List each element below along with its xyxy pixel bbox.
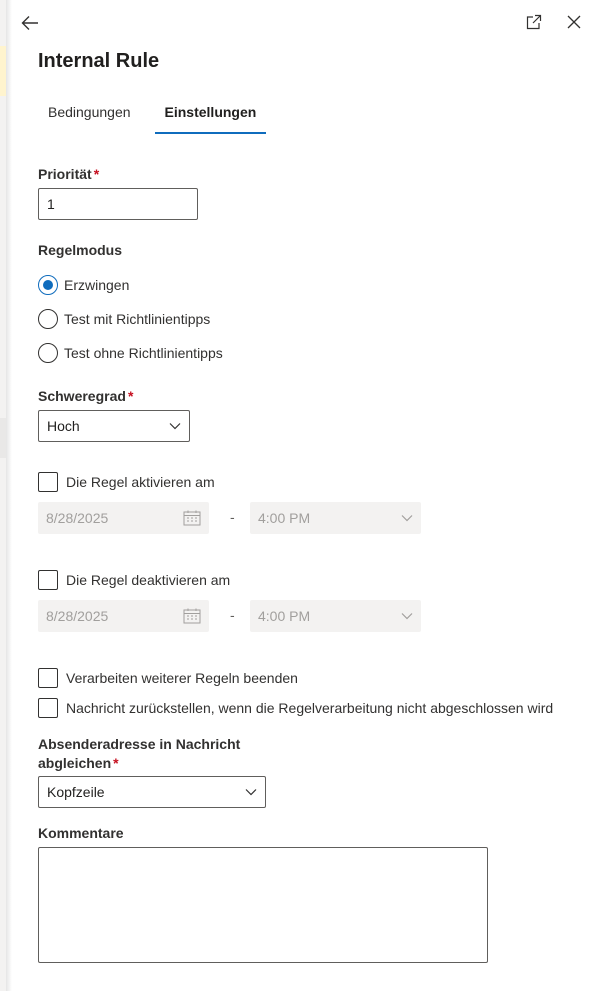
activate-date-value: 8/28/2025 [46, 510, 109, 526]
comments-label: Kommentare [38, 825, 124, 841]
activate-time-dropdown: 4:00 PM [250, 502, 421, 534]
close-icon [567, 15, 581, 29]
calendar-icon [183, 510, 201, 526]
activate-checkbox-row[interactable]: Die Regel aktivieren am [38, 472, 215, 492]
required-mark: * [93, 166, 100, 182]
chevron-down-icon [401, 515, 413, 522]
priority-input[interactable]: 1 [38, 188, 198, 220]
deactivate-date-value: 8/28/2025 [46, 608, 109, 624]
radio-circle[interactable] [38, 343, 58, 363]
severity-label-text: Schweregrad [38, 388, 126, 404]
tab-bar: Bedingungen Einstellungen [38, 100, 280, 134]
sender-match-dropdown[interactable]: Kopfzeile [38, 776, 266, 808]
priority-label-text: Priorität [38, 166, 92, 182]
defer-message-row[interactable]: Nachricht zurückstellen, wenn die Regelv… [38, 698, 553, 718]
tab-bedingungen[interactable]: Bedingungen [38, 100, 141, 134]
panel-title: Internal Rule [38, 50, 160, 72]
sender-match-value: Kopfzeile [47, 784, 105, 800]
severity-value: Hoch [47, 418, 80, 434]
chevron-down-icon [245, 789, 257, 796]
sender-match-label: Absenderadresse in Nachricht abgleichen * [38, 735, 240, 773]
radio-circle[interactable] [38, 309, 58, 329]
rule-mode-label: Regelmodus [38, 242, 123, 258]
calendar-icon [183, 608, 201, 624]
priority-label: Priorität * [38, 166, 99, 182]
activate-separator: - [230, 509, 235, 525]
chevron-down-icon [169, 423, 181, 430]
deactivate-time-value: 4:00 PM [258, 608, 311, 624]
back-arrow-icon [21, 16, 38, 30]
activate-label: Die Regel aktivieren am [66, 474, 215, 490]
deactivate-date-picker: 8/28/2025 [38, 600, 209, 632]
priority-value: 1 [47, 196, 55, 212]
radio-label: Test mit Richtlinientipps [64, 311, 211, 327]
comments-textarea[interactable] [38, 847, 488, 963]
activate-checkbox[interactable] [38, 472, 58, 492]
sender-match-label-line1: Absenderadresse in Nachricht [38, 736, 241, 752]
stop-processing-checkbox[interactable] [38, 668, 58, 688]
deactivate-label: Die Regel deaktivieren am [66, 572, 231, 588]
deactivate-checkbox[interactable] [38, 570, 58, 590]
activate-time-value: 4:00 PM [258, 510, 311, 526]
deactivate-separator: - [230, 607, 235, 623]
radio-circle[interactable] [38, 275, 58, 295]
sender-match-label-line2: abgleichen [38, 755, 112, 771]
required-mark: * [127, 388, 134, 404]
radio-test-with-tips[interactable]: Test mit Richtlinientipps [38, 309, 210, 329]
severity-label: Schweregrad * [38, 388, 133, 404]
stop-processing-row[interactable]: Verarbeiten weiterer Regeln beenden [38, 668, 298, 688]
radio-label: Test ohne Richtlinientipps [64, 345, 223, 361]
activate-date-picker: 8/28/2025 [38, 502, 209, 534]
popout-button[interactable] [522, 10, 546, 34]
radio-label: Erzwingen [64, 277, 130, 293]
close-button[interactable] [562, 10, 586, 34]
deactivate-time-dropdown: 4:00 PM [250, 600, 421, 632]
tab-einstellungen[interactable]: Einstellungen [154, 100, 267, 134]
popout-icon [526, 14, 542, 30]
chevron-down-icon [401, 613, 413, 620]
defer-message-label: Nachricht zurückstellen, wenn die Regelv… [66, 700, 554, 716]
deactivate-checkbox-row[interactable]: Die Regel deaktivieren am [38, 570, 230, 590]
back-button[interactable] [16, 10, 44, 36]
defer-message-checkbox[interactable] [38, 698, 58, 718]
stop-processing-label: Verarbeiten weiterer Regeln beenden [66, 670, 298, 686]
severity-dropdown[interactable]: Hoch [38, 410, 190, 442]
radio-test-without-tips[interactable]: Test ohne Richtlinientipps [38, 343, 223, 363]
panel-shadow [6, 0, 12, 991]
radio-erzwingen[interactable]: Erzwingen [38, 275, 129, 295]
required-mark: * [113, 755, 119, 771]
